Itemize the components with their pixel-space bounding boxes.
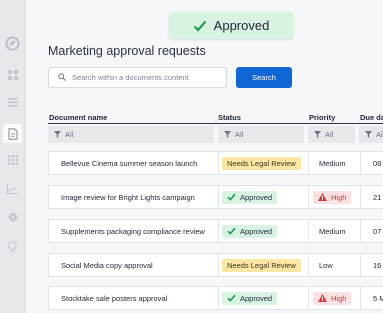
status-badge: Needs Legal Review bbox=[222, 258, 301, 272]
search-input[interactable] bbox=[72, 73, 222, 82]
status-text: Approved bbox=[240, 192, 273, 202]
status-badge: Approved bbox=[222, 291, 278, 305]
cell-divider bbox=[218, 152, 219, 174]
cell-divider bbox=[360, 152, 361, 174]
document-icon[interactable] bbox=[3, 124, 22, 143]
filter-status[interactable]: All bbox=[218, 126, 304, 143]
document-name-cell: Image review for Bright Lights campaign bbox=[61, 192, 195, 202]
cell-divider bbox=[360, 186, 361, 208]
filter-label: All bbox=[325, 130, 334, 139]
cell-divider bbox=[308, 220, 309, 242]
warning-icon bbox=[318, 193, 327, 201]
gear-icon[interactable] bbox=[0, 212, 25, 222]
due-date-cell: 21 bbox=[373, 192, 382, 202]
checkmark-icon bbox=[193, 20, 207, 32]
page-title: Marketing approval requests bbox=[48, 44, 206, 58]
filter-icon bbox=[365, 131, 372, 138]
priority-badge: High bbox=[313, 190, 352, 204]
due-date-cell: 16 bbox=[373, 260, 382, 270]
filter-priority[interactable]: All bbox=[308, 126, 355, 143]
column-header-priority[interactable]: Priority bbox=[309, 113, 335, 122]
document-name-cell: Stocktake sale posters approval bbox=[61, 293, 168, 303]
list-icon[interactable] bbox=[0, 98, 25, 107]
filter-label: All bbox=[235, 130, 244, 139]
priority-badge: High bbox=[313, 291, 352, 305]
table-row[interactable]: Bellevue Cinema summer season launch Nee… bbox=[48, 151, 383, 175]
cell-divider bbox=[308, 152, 309, 174]
cell-divider bbox=[218, 186, 219, 208]
document-name-cell: Supplements packaging compliance review bbox=[61, 226, 205, 236]
filter-document-name[interactable]: All bbox=[48, 126, 214, 143]
cell-divider bbox=[308, 287, 309, 309]
cell-divider bbox=[218, 254, 219, 276]
status-badge: Needs Legal Review bbox=[222, 156, 301, 170]
search-button[interactable]: Search bbox=[236, 67, 292, 88]
logo-icon[interactable] bbox=[0, 36, 25, 51]
priority-cell: Low bbox=[319, 260, 333, 270]
cell-divider bbox=[360, 254, 361, 276]
table-row[interactable]: Social Media copy approval Needs Legal R… bbox=[48, 253, 383, 277]
search-icon bbox=[58, 72, 66, 83]
status-text: Approved bbox=[240, 293, 273, 303]
cell-divider bbox=[218, 220, 219, 242]
cell-divider bbox=[218, 287, 219, 309]
document-name-cell: Social Media copy approval bbox=[61, 260, 153, 270]
priority-cell: Medium bbox=[319, 158, 346, 168]
table-row[interactable]: Stocktake sale posters approval Approved… bbox=[48, 286, 383, 310]
checkmark-icon bbox=[227, 227, 236, 235]
status-badge: Approved bbox=[222, 224, 278, 238]
success-toast: Approved bbox=[169, 12, 293, 39]
checkmark-icon bbox=[227, 193, 236, 201]
document-name-cell: Bellevue Cinema summer season launch bbox=[61, 158, 198, 168]
table-row[interactable]: Image review for Bright Lights campaign … bbox=[48, 185, 383, 209]
priority-text: High bbox=[331, 192, 347, 202]
priority-text: High bbox=[331, 293, 347, 303]
filter-label: All bbox=[65, 130, 74, 139]
column-header-status[interactable]: Status bbox=[218, 113, 241, 122]
search-box[interactable] bbox=[48, 67, 227, 88]
cell-divider bbox=[308, 254, 309, 276]
priority-cell: Medium bbox=[319, 226, 346, 236]
chart-icon[interactable] bbox=[0, 184, 25, 194]
column-header-document-name[interactable]: Document name bbox=[49, 113, 107, 122]
sidebar bbox=[0, 0, 26, 313]
cell-divider bbox=[360, 287, 361, 309]
column-header-due-date[interactable]: Due da bbox=[360, 113, 383, 122]
filter-due-date[interactable]: All bbox=[359, 126, 383, 143]
grid-icon[interactable] bbox=[0, 155, 25, 165]
filter-label: All bbox=[376, 130, 383, 139]
filter-icon bbox=[314, 131, 321, 138]
cell-divider bbox=[308, 186, 309, 208]
header-divider bbox=[48, 123, 383, 124]
cell-divider bbox=[360, 220, 361, 242]
filter-icon bbox=[224, 131, 231, 138]
warning-icon bbox=[318, 294, 327, 302]
filter-icon bbox=[54, 131, 61, 138]
checkmark-icon bbox=[227, 294, 236, 302]
due-date-cell: 5 M bbox=[373, 293, 383, 303]
status-text: Approved bbox=[240, 226, 273, 236]
toast-text: Approved bbox=[213, 18, 270, 33]
status-badge: Approved bbox=[222, 190, 278, 204]
lightbulb-icon[interactable] bbox=[0, 241, 25, 252]
due-date-cell: 08 bbox=[373, 158, 382, 168]
dashboard-icon[interactable] bbox=[0, 70, 25, 80]
due-date-cell: 07 bbox=[373, 226, 382, 236]
table-row[interactable]: Supplements packaging compliance review … bbox=[48, 219, 383, 243]
